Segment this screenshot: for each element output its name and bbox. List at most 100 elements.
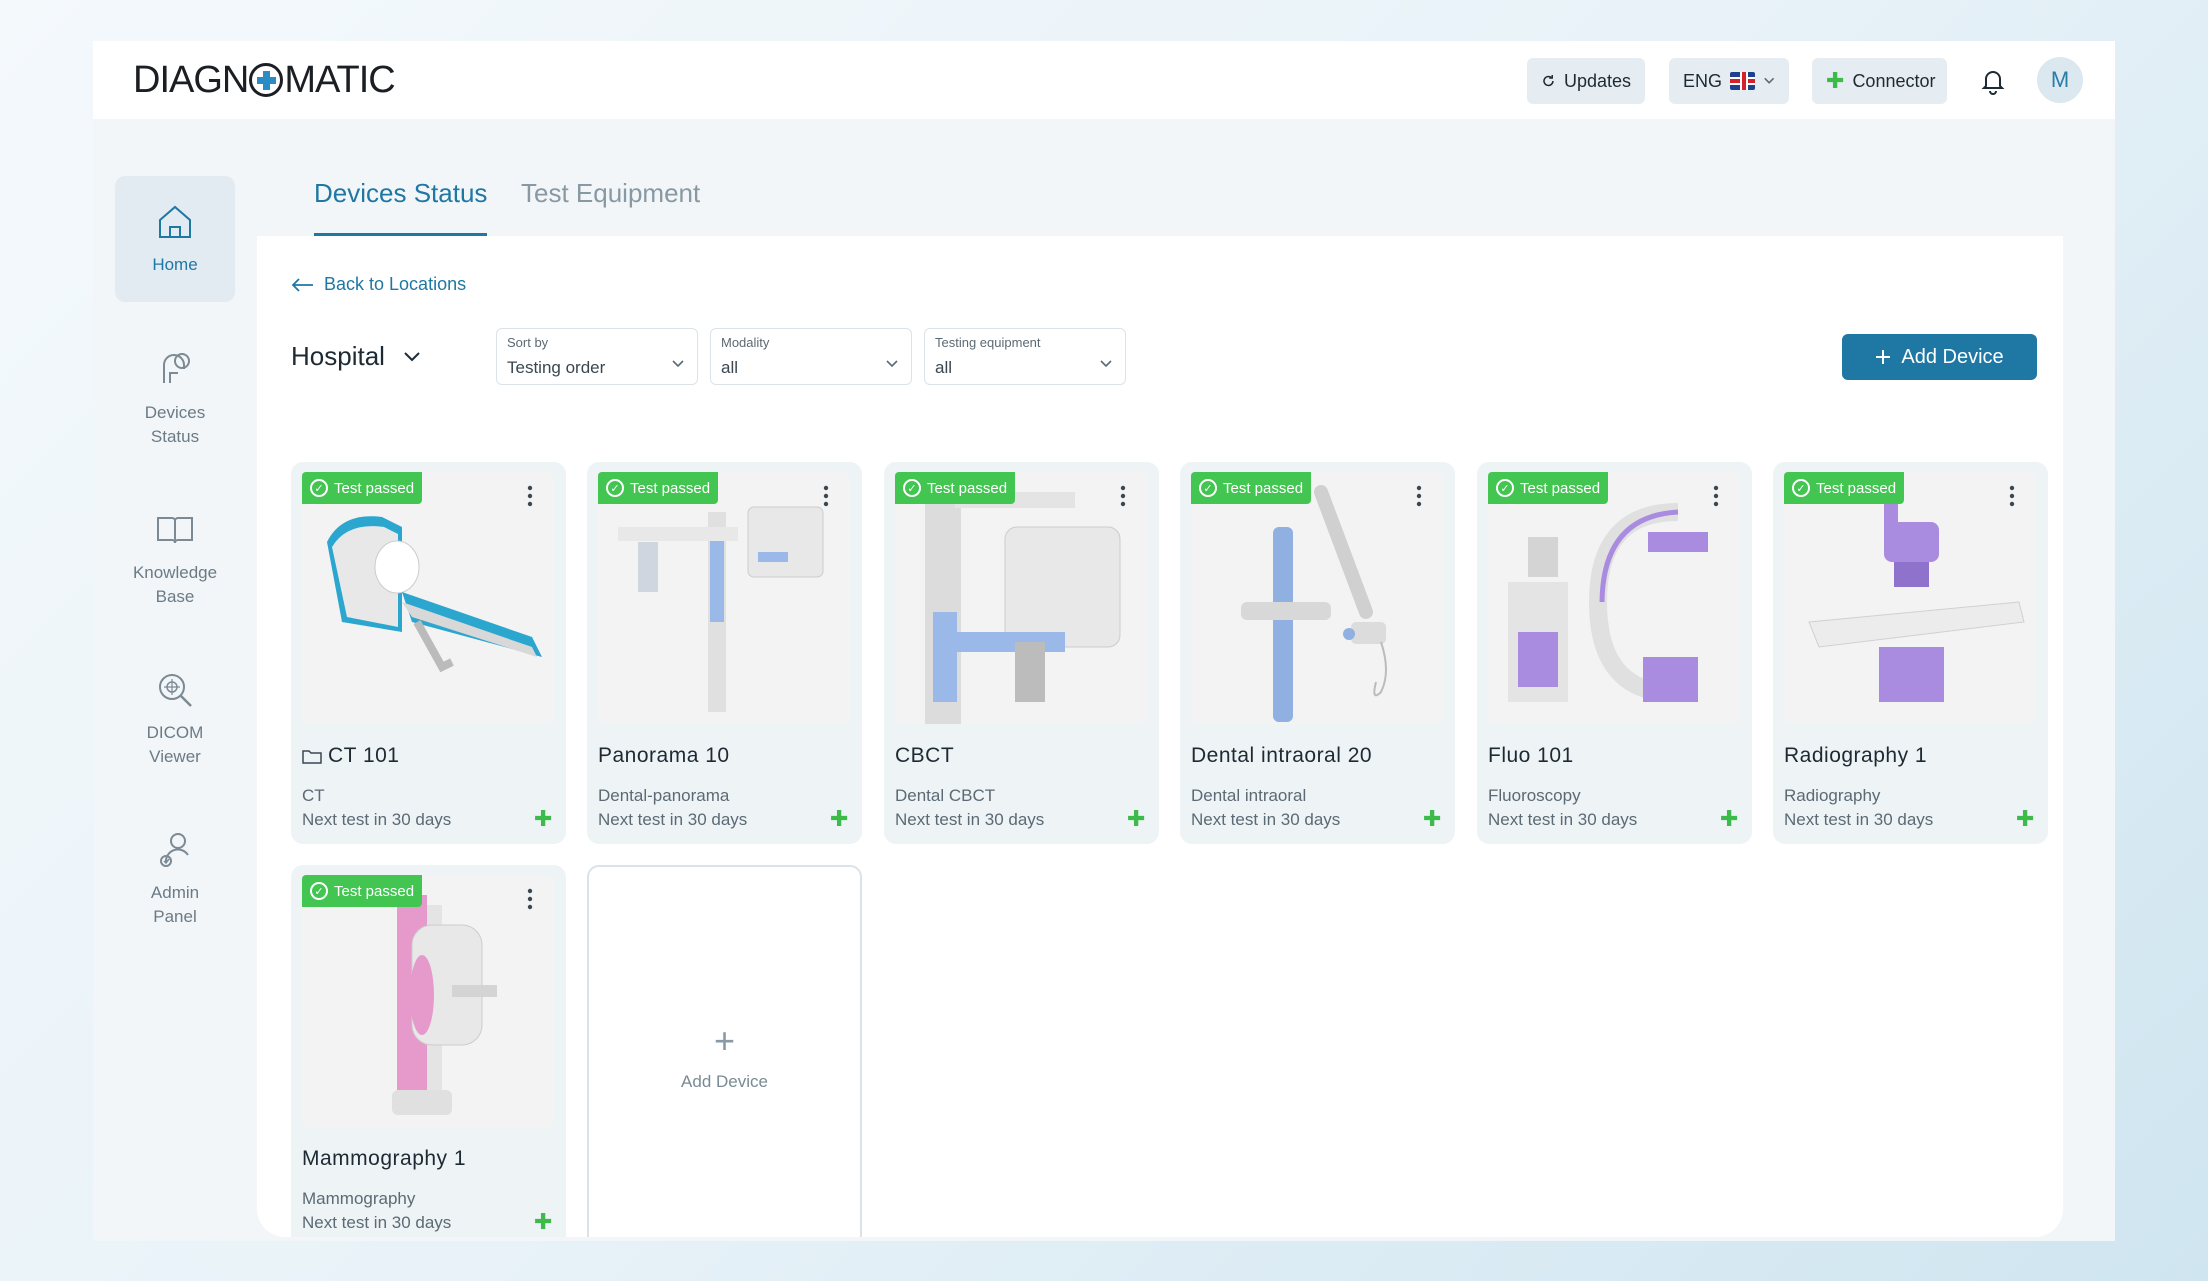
home-icon [159,205,191,239]
top-bar: DIAGN MATIC Updates ENG ✚ Connector M [93,41,2115,119]
device-modality: Dental intraoral [1191,786,1307,805]
test-passed-badge: ✓ Test passed [1784,472,1905,504]
updates-button[interactable]: Updates [1527,58,1645,104]
sidebar-item-label: Devices Status [144,403,206,446]
device-next-test: Next test in 30 days [598,810,748,829]
bell-icon[interactable] [1980,67,2006,95]
badge-label: Test passed [1223,479,1304,497]
sidebar-item-label: DICOM Viewer [146,723,204,766]
modality-select[interactable]: Modality all [710,328,912,385]
add-test-icon[interactable]: ✚ [830,806,848,832]
device-next-test: Next test in 30 days [302,1213,452,1232]
check-circle-icon: ✓ [310,479,328,497]
add-test-icon[interactable]: ✚ [1423,806,1441,832]
sidebar-item-admin-panel[interactable]: Admin Panel [115,816,235,942]
device-image [1191,472,1443,724]
sidebar-item-label: Admin Panel [150,883,200,926]
device-modality: CT [302,786,325,805]
test-passed-badge: ✓ Test passed [302,875,423,907]
device-name: CBCT [895,744,955,767]
avatar-initial: M [2050,67,2070,92]
add-test-icon[interactable]: ✚ [534,1209,552,1235]
logo-suffix: MATIC [284,58,395,101]
device-modality: Mammography [302,1189,416,1208]
more-options-icon[interactable] [823,484,829,508]
add-card-label: Add Device [681,1072,768,1091]
device-image [302,875,554,1127]
refresh-icon [1543,75,1554,87]
device-card-mammography-1[interactable]: ✓ Test passed Mammography 1 Mammography N… [291,865,566,1237]
language-selector[interactable]: ENG [1669,58,1789,104]
device-card-dental-intraoral-20[interactable]: ✓ Test passed Dental intraoral 20 Dental … [1180,462,1455,844]
device-modality: Dental-panorama [598,786,730,805]
admin-panel-icon [160,833,189,868]
add-device-label: Add Device [1901,345,2004,368]
check-circle-icon: ✓ [903,479,921,497]
testing-equipment-label: Testing equipment [935,335,1041,350]
add-device-card[interactable]: + Add Device [587,865,862,1237]
add-test-icon[interactable]: ✚ [1127,806,1145,832]
location-selector[interactable]: Hospital [291,341,421,372]
add-device-button[interactable]: Add Device [1842,334,2037,380]
device-name: Radiography 1 [1784,744,1928,767]
device-name: Mammography 1 [302,1147,467,1170]
device-card-ct-101[interactable]: ✓ Test passed CT 101 CT Next test in 30 d… [291,462,566,844]
test-passed-badge: ✓ Test passed [302,472,423,504]
connector-button[interactable]: ✚ Connector [1812,58,1947,104]
sidebar: Home Devices Status Knowledge Base DICOM… [115,176,235,976]
more-options-icon[interactable] [1713,484,1719,508]
sidebar-item-knowledge-base[interactable]: Knowledge Base [115,496,235,622]
plus-icon: + [713,1020,736,1061]
more-options-icon[interactable] [527,484,533,508]
avatar[interactable]: M [2037,57,2083,103]
tab-devices-status[interactable]: Devices Status [314,178,488,236]
modality-value: all [721,358,739,377]
badge-label: Test passed [334,479,415,497]
device-card-radiography-1[interactable]: ✓ Test passed Radiography 1 Radiography N… [1773,462,2048,844]
device-card-panorama-10[interactable]: ✓ Test passed Panorama 10 Dental-panorama… [587,462,862,844]
chevron-down-icon [404,351,420,361]
testing-equipment-select[interactable]: Testing equipment all [924,328,1126,385]
device-card-cbct[interactable]: ✓ Test passed CBCT Dental CBCT Next test … [884,462,1159,844]
device-next-test: Next test in 30 days [1488,810,1638,829]
device-next-test: Next test in 30 days [302,810,452,829]
device-name: Fluo 101 [1488,744,1574,767]
sort-by-select[interactable]: Sort by Testing order [496,328,698,385]
check-circle-icon: ✓ [1496,479,1514,497]
device-name-label: CT 101 [328,744,400,767]
sidebar-item-home[interactable]: Home [115,176,235,302]
more-options-icon[interactable] [2009,484,2015,508]
chevron-down-icon [1100,360,1112,368]
tab-test-equipment[interactable]: Test Equipment [521,178,700,236]
add-test-icon[interactable]: ✚ [1720,806,1738,832]
updates-label: Updates [1563,70,1631,91]
sort-by-label: Sort by [507,335,549,350]
add-test-icon[interactable]: ✚ [2016,806,2034,832]
plus-icon [1876,350,1891,364]
device-image [895,472,1147,724]
back-link-label: Back to Locations [324,274,467,294]
sidebar-item-dicom-viewer[interactable]: DICOM Viewer [115,656,235,782]
device-image [1784,472,2036,724]
more-options-icon[interactable] [1416,484,1422,508]
sidebar-item-devices-status[interactable]: Devices Status [115,336,235,462]
device-next-test: Next test in 30 days [895,810,1045,829]
device-modality: Dental CBCT [895,786,996,805]
more-options-icon[interactable] [527,887,533,911]
badge-label: Test passed [1520,479,1601,497]
plus-icon: ✚ [1826,68,1845,93]
folder-icon [302,750,322,764]
logo[interactable]: DIAGN MATIC [133,58,396,101]
back-to-locations-link[interactable]: Back to Locations [292,274,466,295]
add-test-icon[interactable]: ✚ [534,806,552,832]
device-modality: Radiography [1784,786,1881,805]
chevron-down-icon [1763,77,1774,84]
device-card-fluo-101[interactable]: ✓ Test passed Fluo 101 Fluoroscopy Next t… [1477,462,1752,844]
app-window: DIAGN MATIC Updates ENG ✚ Connector M Hom… [93,41,2115,1241]
test-passed-badge: ✓ Test passed [1488,472,1609,504]
device-name: Panorama 10 [598,744,730,767]
device-next-test: Next test in 30 days [1191,810,1341,829]
more-options-icon[interactable] [1120,484,1126,508]
check-circle-icon: ✓ [1792,479,1810,497]
logo-cross-icon [249,63,284,97]
